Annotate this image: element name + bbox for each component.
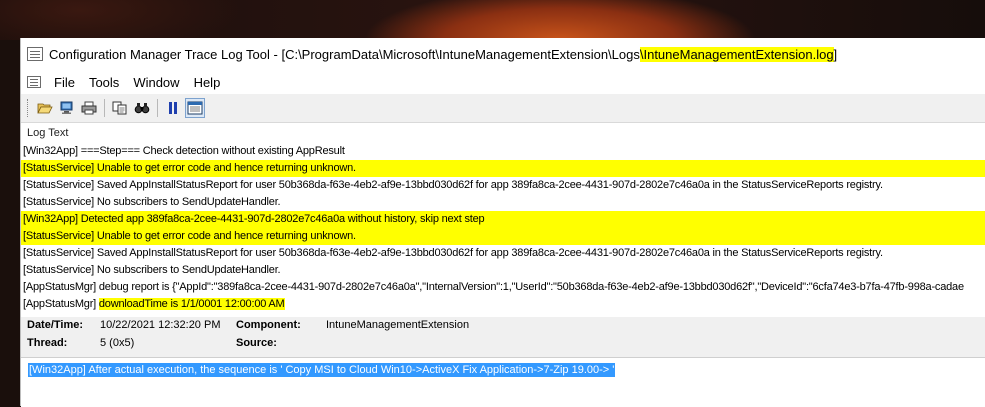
print-icon[interactable] [79, 98, 99, 118]
open-icon[interactable] [35, 98, 55, 118]
menu-help[interactable]: Help [187, 75, 228, 90]
datetime-value: 10/22/2021 12:32:20 PM [100, 319, 221, 331]
open-network-icon[interactable] [57, 98, 77, 118]
system-menu-icon[interactable] [27, 76, 41, 88]
menu-file[interactable]: File [47, 75, 82, 90]
log-row-highlighted-text: downloadTime is 1/1/0001 12:00:00 AM [98, 298, 285, 310]
details-panel: Date/Time: 10/22/2021 12:32:20 PM Compon… [21, 317, 985, 357]
log-row[interactable]: [StatusService] Saved AppInstallStatusRe… [21, 177, 985, 194]
find-icon[interactable] [132, 98, 152, 118]
toolbar [21, 94, 985, 123]
message-text-box[interactable]: [Win32App] After actual execution, the s… [21, 357, 985, 407]
menu-bar: File Tools Window Help [21, 70, 985, 94]
log-row[interactable]: [Win32App] Detected app 389fa8ca-2cee-44… [21, 211, 985, 228]
toolbar-separator [157, 99, 158, 117]
log-row[interactable]: [StatusService] No subscribers to SendUp… [21, 194, 985, 211]
window-title: Configuration Manager Trace Log Tool - [… [49, 46, 838, 62]
menu-tools[interactable]: Tools [82, 75, 126, 90]
log-row-text: [StatusService] No subscribers to SendUp… [23, 196, 281, 208]
log-row-text: [StatusService] Unable to get error code… [23, 162, 356, 174]
log-row-text: [StatusService] Saved AppInstallStatusRe… [23, 247, 883, 259]
title-path: Configuration Manager Trace Log Tool - [… [49, 46, 640, 62]
title-suffix: ] [833, 46, 838, 62]
pause-icon[interactable] [163, 98, 183, 118]
log-text-column-header[interactable]: Log Text [21, 123, 985, 143]
log-pane[interactable]: Log Text [Win32App] ===Step=== Check det… [21, 122, 985, 318]
log-row[interactable]: [Win32App] ===Step=== Check detection wi… [21, 143, 985, 160]
log-row-text: [AppStatusMgr] debug report is {"AppId":… [23, 281, 964, 293]
filter-icon[interactable] [185, 98, 205, 118]
toolbar-separator [104, 99, 105, 117]
log-row[interactable]: [AppStatusMgr] downloadTime is 1/1/0001 … [21, 296, 985, 313]
app-icon [27, 47, 43, 61]
thread-value: 5 (0x5) [100, 337, 135, 349]
selected-message-text[interactable]: [Win32App] After actual execution, the s… [28, 363, 616, 377]
log-row[interactable]: [StatusService] Saved AppInstallStatusRe… [21, 245, 985, 262]
log-row-text: [Win32App] ===Step=== Check detection wi… [23, 145, 345, 157]
copy-icon[interactable] [110, 98, 130, 118]
source-label: Source: [236, 337, 277, 349]
log-row[interactable]: [StatusService] Unable to get error code… [21, 160, 985, 177]
thread-label: Thread: [27, 337, 68, 349]
datetime-label: Date/Time: [27, 319, 84, 331]
cmtrace-window: Configuration Manager Trace Log Tool - [… [20, 38, 985, 407]
log-row-text: [AppStatusMgr] [23, 298, 99, 310]
log-row-text: [StatusService] Unable to get error code… [23, 230, 356, 242]
log-row[interactable]: [StatusService] Unable to get error code… [21, 228, 985, 245]
desktop-wallpaper [0, 0, 985, 40]
log-rows: [Win32App] ===Step=== Check detection wi… [21, 143, 985, 313]
component-value: IntuneManagementExtension [326, 319, 470, 331]
log-row-text: [Win32App] Detected app 389fa8ca-2cee-44… [23, 213, 485, 225]
log-row-text: [StatusService] Saved AppInstallStatusRe… [23, 179, 883, 191]
title-log-filename: \IntuneManagementExtension.log [639, 46, 834, 62]
menu-window[interactable]: Window [126, 75, 186, 90]
log-row-text: [StatusService] No subscribers to SendUp… [23, 264, 281, 276]
log-row[interactable]: [StatusService] No subscribers to SendUp… [21, 262, 985, 279]
toolbar-grip[interactable] [27, 99, 31, 117]
title-bar[interactable]: Configuration Manager Trace Log Tool - [… [21, 38, 985, 70]
component-label: Component: [236, 319, 301, 331]
log-row[interactable]: [AppStatusMgr] debug report is {"AppId":… [21, 279, 985, 296]
